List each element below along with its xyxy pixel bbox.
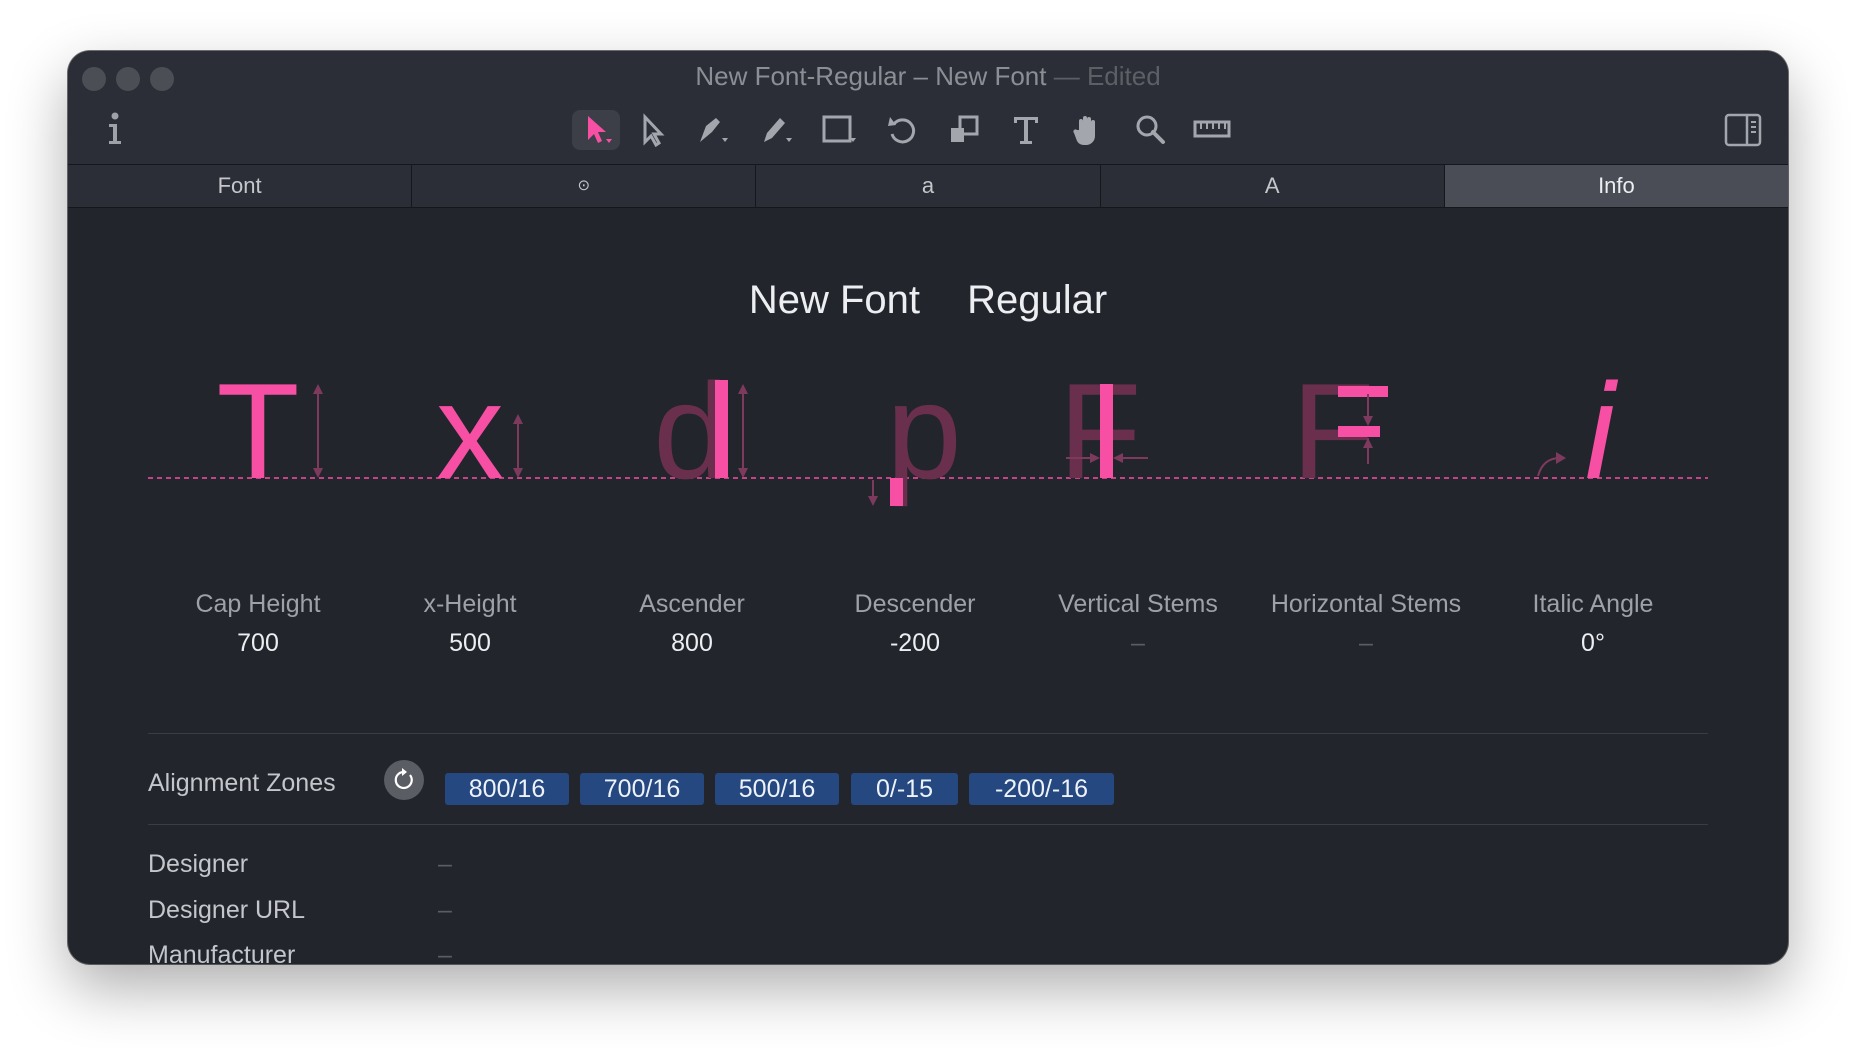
metric-horizontal-stems: Horizontal Stems – [1256, 590, 1476, 658]
info-panel: New Font Regular T x d p F F [68, 208, 1788, 964]
alignment-zone-chip[interactable]: 500/16 [715, 773, 839, 805]
metric-vertical-stems: Vertical Stems – [1028, 590, 1248, 658]
metric-label: Vertical Stems [1058, 590, 1218, 618]
measure-tool[interactable] [1188, 110, 1236, 150]
title-main: New Font-Regular – New Font [695, 61, 1047, 91]
tab-info[interactable]: Info [1444, 165, 1788, 207]
rectangle-tool[interactable] [816, 110, 864, 150]
metric-descender: Descender -200 [805, 590, 1025, 658]
alignment-zone-chip[interactable]: 0/-15 [851, 773, 958, 805]
metric-value[interactable]: – [1256, 629, 1476, 658]
text-tool[interactable] [1002, 110, 1050, 150]
glyph-italic-angle: i [1585, 355, 1619, 507]
scale-tool[interactable] [940, 110, 988, 150]
title-separator: — [1053, 61, 1080, 91]
hand-tool[interactable] [1064, 110, 1112, 150]
refresh-icon [394, 768, 413, 790]
metric-label: Cap Height [195, 590, 321, 618]
scale-icon [951, 115, 979, 142]
pencil-tool[interactable] [752, 110, 800, 150]
alignment-zone-chip[interactable]: -200/-16 [969, 773, 1114, 805]
select-tool[interactable] [572, 110, 620, 150]
rotate-icon [888, 117, 916, 144]
metric-italic-angle: Italic Angle 0° [1483, 590, 1703, 658]
app-window: New Font-Regular – New Font — Edited Fon… [68, 51, 1788, 964]
manufacturer-value[interactable]: – [438, 941, 452, 964]
manufacturer-label: Manufacturer [148, 941, 296, 964]
metric-label: Descender [854, 590, 976, 618]
metric-value[interactable]: 500 [360, 629, 580, 658]
alignment-zone-chip[interactable]: 700/16 [580, 773, 704, 805]
titlebar: New Font-Regular – New Font — Edited [68, 51, 1788, 165]
select-all-icon [643, 113, 665, 148]
zoom-tool[interactable] [1126, 110, 1174, 150]
info-icon[interactable] [102, 111, 128, 147]
sidebar-icon[interactable] [1724, 113, 1762, 147]
select-icon [588, 116, 612, 143]
tab-lowercase[interactable]: a [756, 165, 1101, 207]
alignment-zones-reset-button[interactable] [384, 760, 424, 800]
zoom-icon [1136, 115, 1165, 144]
rectangle-icon [822, 115, 856, 143]
glyph-cap-height: T [216, 355, 299, 507]
metric-value[interactable]: 0° [1483, 629, 1703, 658]
metric-label: Italic Angle [1532, 590, 1654, 618]
metric-value[interactable]: – [1028, 629, 1248, 658]
pencil-icon [764, 118, 792, 142]
alignment-zones-label: Alignment Zones [148, 769, 336, 797]
rotate-tool[interactable] [878, 110, 926, 150]
designer-value[interactable]: – [438, 850, 452, 879]
metric-value[interactable]: 700 [148, 629, 368, 658]
metrics-illustration: T x d p F F [148, 355, 1708, 507]
view-tabs: Font ⊙ a A Info [68, 165, 1788, 208]
metric-label: x-Height [423, 590, 517, 618]
designer-url-label: Designer URL [148, 896, 306, 924]
section-divider [148, 824, 1708, 825]
title-status: Edited [1086, 61, 1161, 91]
metric-label: Horizontal Stems [1270, 590, 1462, 618]
metric-x-height: x-Height 500 [360, 590, 580, 658]
metric-value[interactable]: 800 [582, 629, 802, 658]
metric-ascender: Ascender 800 [582, 590, 802, 658]
select-all-tool[interactable] [626, 110, 674, 150]
glyph-x-height: x [436, 355, 504, 507]
metric-cap-height: Cap Height 700 [148, 590, 368, 658]
tab-glyph-cells[interactable]: ⊙ [412, 165, 757, 207]
tab-uppercase[interactable]: A [1101, 165, 1445, 207]
metric-value[interactable]: -200 [805, 629, 1025, 658]
metric-label: Ascender [639, 590, 745, 618]
section-divider [148, 733, 1708, 734]
window-title: New Font-Regular – New Font — Edited [68, 61, 1788, 92]
hand-icon [1073, 116, 1095, 146]
text-icon [1014, 117, 1038, 144]
pen-tool[interactable] [688, 110, 736, 150]
designer-label: Designer [148, 850, 249, 878]
tab-font[interactable]: Font [68, 165, 413, 207]
pen-icon [700, 118, 728, 142]
designer-url-value[interactable]: – [438, 896, 452, 925]
alignment-zone-chip[interactable]: 800/16 [445, 773, 569, 805]
measure-icon [1193, 120, 1231, 138]
